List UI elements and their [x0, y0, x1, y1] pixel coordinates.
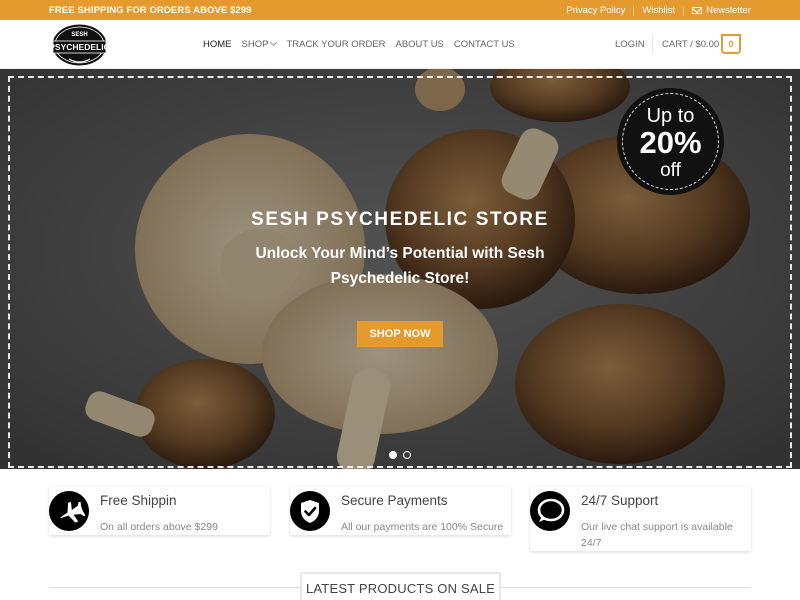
feature-support: 24/7 Support Our live chat support is av… [530, 487, 751, 551]
top-bar: FREE SHIPPING FOR ORDERS ABOVE $299 Priv… [0, 0, 800, 20]
site-logo[interactable]: SESH PSYCHEDELIC [49, 23, 110, 66]
feature-title: Free Shippin [100, 493, 177, 508]
login-link[interactable]: LOGIN [615, 39, 645, 50]
chat-bubble-icon [530, 491, 570, 531]
cart-count-badge[interactable]: 0 [721, 34, 741, 54]
chevron-down-icon [270, 38, 278, 47]
site-header: SESH PSYCHEDELIC HOME SHOP TRACK YOUR OR… [0, 20, 800, 69]
section-heading: LATEST PRODUCTS ON SALE [300, 572, 501, 600]
nav-shop[interactable]: SHOP [241, 38, 278, 50]
nav-about-us[interactable]: ABOUT US [396, 39, 444, 50]
airplane-icon [49, 491, 89, 531]
cart-link[interactable]: CART / $0.00 [662, 39, 719, 50]
newsletter-link[interactable]: Newsletter [692, 5, 751, 16]
section-line-right [501, 587, 751, 588]
feature-title: Secure Payments [341, 493, 448, 508]
shop-now-button[interactable]: SHOP NOW [357, 321, 443, 347]
badge-percent: 20% [639, 125, 702, 160]
logo-text-top: SESH [71, 32, 87, 38]
wishlist-link[interactable]: Wishlist [642, 5, 675, 16]
nav-track-order[interactable]: TRACK YOUR ORDER [286, 39, 385, 50]
feature-title: 24/7 Support [581, 493, 659, 508]
hero-slider: SESH PSYCHEDELIC STORE Unlock Your Mind’… [0, 69, 800, 469]
main-nav: HOME SHOP TRACK YOUR ORDER ABOUT US CONT… [203, 38, 525, 50]
feature-desc: Our live chat support is available 24/7 [581, 521, 733, 549]
divider [633, 5, 635, 16]
slider-dot-1[interactable] [389, 451, 397, 459]
nav-home[interactable]: HOME [203, 39, 232, 50]
newsletter-label: Newsletter [706, 5, 751, 16]
feature-desc: All our payments are 100% Secure [341, 521, 504, 533]
badge-line3: off [660, 160, 681, 181]
feature-desc: On all orders above $299 [100, 521, 218, 533]
mail-icon [692, 7, 703, 14]
logo-graphic: SESH PSYCHEDELIC [49, 24, 110, 66]
feature-free-shipping: Free Shippin On all orders above $299 [49, 487, 270, 535]
slider-dot-2[interactable] [403, 451, 411, 459]
privacy-policy-link[interactable]: Privacy Policy [566, 5, 625, 16]
shield-check-icon [290, 491, 330, 531]
hero-title: SESH PSYCHEDELIC STORE [251, 209, 549, 230]
section-line-left [49, 587, 300, 588]
feature-secure-payments: Secure Payments All our payments are 100… [290, 487, 511, 535]
hero-subtitle: Unlock Your Mind’s Potential with Sesh P… [255, 245, 545, 287]
header-divider [652, 34, 653, 54]
nav-shop-label: SHOP [241, 39, 269, 50]
shipping-promo: FREE SHIPPING FOR ORDERS ABOVE $299 [49, 5, 252, 16]
divider [683, 5, 685, 16]
top-links: Privacy Policy Wishlist Newsletter [566, 5, 751, 16]
discount-badge: Up to 20% off [617, 88, 724, 195]
nav-contact-us[interactable]: CONTACT US [454, 39, 515, 50]
logo-text-main: PSYCHEDELIC [51, 42, 108, 52]
